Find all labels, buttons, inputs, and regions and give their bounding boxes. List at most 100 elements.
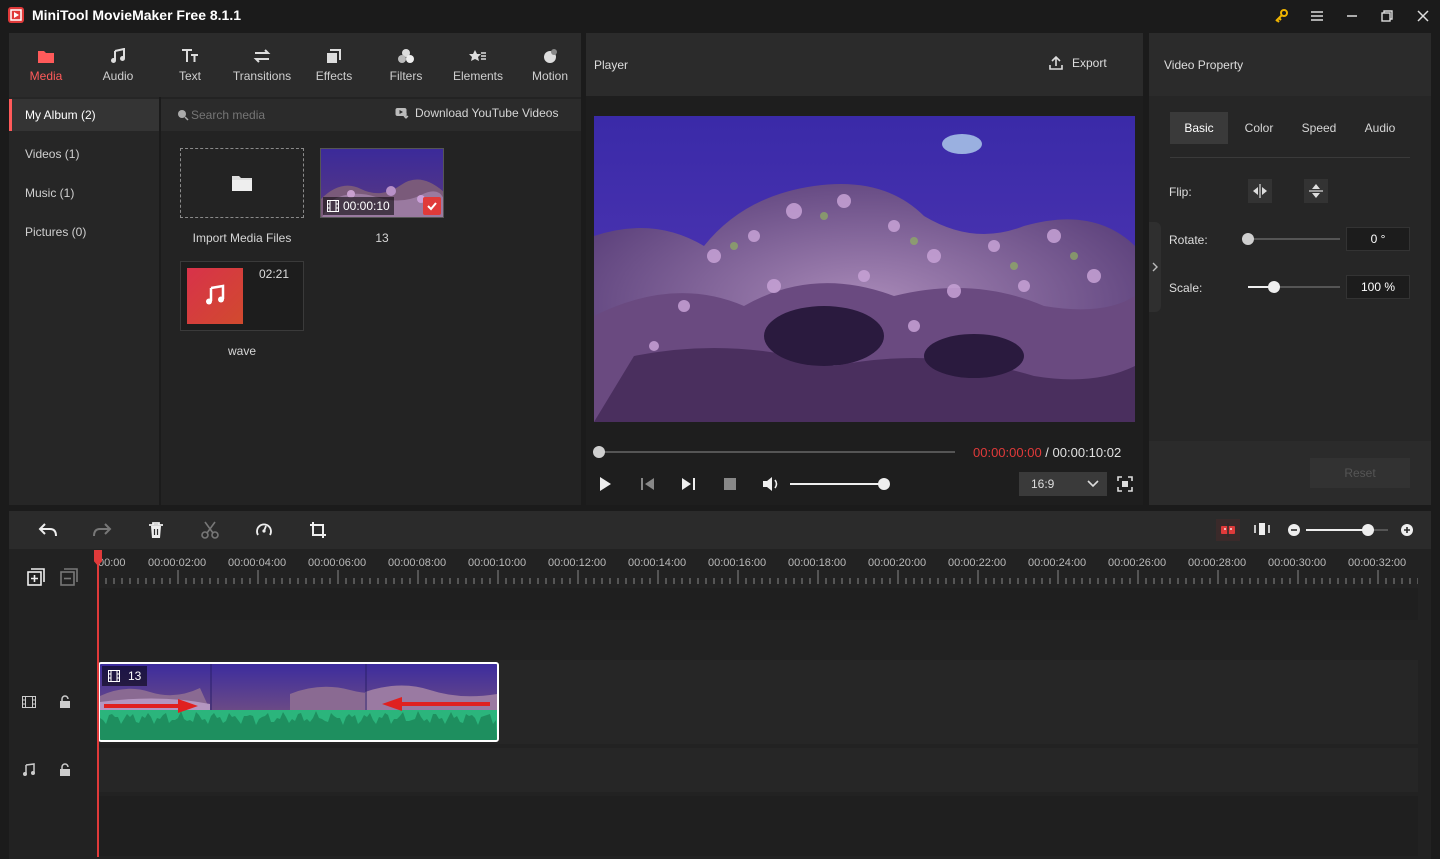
aspect-ratio-select[interactable]: 16:9 xyxy=(1019,472,1107,496)
scissors-icon xyxy=(201,521,219,539)
download-youtube-button[interactable]: Download YouTube Videos xyxy=(395,106,558,120)
tab-audio-label: Audio xyxy=(102,68,134,83)
tab-audio-property[interactable]: Audio xyxy=(1350,112,1410,144)
collapse-panel-handle[interactable] xyxy=(1149,222,1161,312)
folder-icon xyxy=(231,174,253,192)
ruler-tick-label: 00:00:28:00 xyxy=(1188,557,1247,569)
redo-button[interactable] xyxy=(92,521,112,539)
delete-button[interactable] xyxy=(147,521,165,539)
stop-button[interactable] xyxy=(721,475,739,493)
play-button[interactable] xyxy=(596,475,614,493)
reset-button[interactable]: Reset xyxy=(1310,458,1410,488)
fit-zoom-icon xyxy=(1253,520,1271,538)
ruler-tick-label: 00:00:22:00 xyxy=(948,557,1007,569)
video-preview[interactable] xyxy=(594,116,1135,422)
property-panel xyxy=(1149,33,1431,505)
divider xyxy=(1170,157,1410,158)
undo-button[interactable] xyxy=(38,521,58,539)
tab-filters[interactable]: Filters xyxy=(370,33,442,97)
zoom-out-button[interactable] xyxy=(1287,523,1301,537)
fullscreen-button[interactable] xyxy=(1116,475,1134,493)
search-input[interactable] xyxy=(191,105,371,125)
flip-vertical-icon xyxy=(1309,183,1323,199)
previous-frame-button[interactable] xyxy=(639,475,657,493)
snap-button[interactable] xyxy=(1216,519,1240,541)
playhead-line[interactable] xyxy=(97,551,99,857)
music-note-icon xyxy=(203,284,227,308)
export-button[interactable]: Export xyxy=(1048,55,1107,71)
scale-value-input[interactable]: 100 % xyxy=(1346,275,1410,299)
minimize-icon[interactable] xyxy=(1338,4,1366,28)
sidebar-item-pictures[interactable]: Pictures (0) xyxy=(9,216,159,248)
split-button[interactable] xyxy=(201,521,219,539)
tab-speed[interactable]: Speed xyxy=(1290,112,1348,144)
tab-elements[interactable]: Elements xyxy=(442,33,514,97)
tab-audio[interactable]: Audio xyxy=(82,33,154,97)
youtube-download-icon xyxy=(395,107,409,119)
window-title: MiniTool MovieMaker Free 8.1.1 xyxy=(32,7,242,23)
scale-slider-handle[interactable] xyxy=(1267,281,1280,293)
import-media-tile[interactable] xyxy=(180,148,304,218)
tab-effects[interactable]: Effects xyxy=(298,33,370,97)
film-icon xyxy=(108,670,120,682)
ruler-tick-label: 00:00:16:00 xyxy=(708,557,767,569)
lock-video-track-button[interactable] xyxy=(58,695,72,709)
zoom-out-icon xyxy=(1287,523,1301,537)
volume-slider-track[interactable] xyxy=(790,483,884,485)
volume-slider-handle[interactable] xyxy=(878,478,890,490)
property-title: Video Property xyxy=(1164,58,1244,72)
remove-track-button[interactable] xyxy=(60,568,78,586)
tab-color[interactable]: Color xyxy=(1230,112,1288,144)
ruler-tick-label: 00:00:02:00 xyxy=(148,557,207,569)
fullscreen-icon xyxy=(1116,475,1134,493)
tab-basic[interactable]: Basic xyxy=(1170,112,1228,144)
menu-icon[interactable] xyxy=(1303,4,1331,28)
unlock-icon xyxy=(58,763,72,777)
rotate-label: Rotate: xyxy=(1169,233,1208,247)
rotate-slider-track[interactable] xyxy=(1248,238,1340,240)
ruler-tick-label: 00:00:30:00 xyxy=(1268,557,1327,569)
playback-progress-handle[interactable] xyxy=(593,446,605,458)
key-icon[interactable] xyxy=(1267,4,1295,28)
tab-motion[interactable]: Motion xyxy=(514,33,586,97)
flip-horizontal-button[interactable] xyxy=(1248,179,1272,203)
tab-media[interactable]: Media xyxy=(10,33,82,97)
text-icon xyxy=(181,48,199,64)
add-track-icon xyxy=(27,568,45,586)
fit-timeline-button[interactable] xyxy=(1253,520,1271,538)
tab-text[interactable]: Text xyxy=(154,33,226,97)
tab-motion-label: Motion xyxy=(531,68,569,83)
sidebar-item-my-album[interactable]: My Album (2) xyxy=(9,99,159,131)
crop-button[interactable] xyxy=(309,521,327,539)
rotate-slider-handle[interactable] xyxy=(1242,233,1254,245)
next-frame-button[interactable] xyxy=(679,475,697,493)
search-bar: Download YouTube Videos xyxy=(161,99,581,131)
close-icon[interactable] xyxy=(1409,4,1437,28)
timeline-ruler-ticks[interactable] xyxy=(98,568,1418,586)
magnet-icon xyxy=(1220,523,1236,537)
sidebar-item-videos[interactable]: Videos (1) xyxy=(9,138,159,170)
zoom-slider-handle[interactable] xyxy=(1361,524,1374,536)
tab-transitions[interactable]: Transitions xyxy=(226,33,298,97)
video-duration-badge: 00:00:10 xyxy=(323,197,394,215)
play-icon xyxy=(596,475,614,493)
rotate-value-input[interactable]: 0 ° xyxy=(1346,227,1410,251)
audio-thumbnail xyxy=(187,268,243,324)
annotation-arrows xyxy=(104,697,490,713)
playback-progress-track[interactable] xyxy=(599,451,955,453)
sidebar-item-music[interactable]: Music (1) xyxy=(9,177,159,209)
flip-vertical-button[interactable] xyxy=(1304,179,1328,203)
lock-audio-track-button[interactable] xyxy=(58,763,72,777)
media-tile-video-13[interactable]: 00:00:10 xyxy=(320,148,444,218)
zoom-in-button[interactable] xyxy=(1400,523,1414,537)
media-tile-audio-wave[interactable]: 02:21 xyxy=(180,261,304,331)
maximize-icon[interactable] xyxy=(1373,4,1401,28)
add-track-button[interactable] xyxy=(27,568,45,586)
download-youtube-label: Download YouTube Videos xyxy=(415,106,559,120)
volume-button[interactable] xyxy=(761,475,781,493)
audio-duration: 02:21 xyxy=(259,267,290,281)
import-media-label: Import Media Files xyxy=(192,231,292,245)
chevron-right-icon xyxy=(1152,262,1158,272)
speed-button[interactable] xyxy=(255,521,273,539)
skip-forward-icon xyxy=(679,475,697,493)
